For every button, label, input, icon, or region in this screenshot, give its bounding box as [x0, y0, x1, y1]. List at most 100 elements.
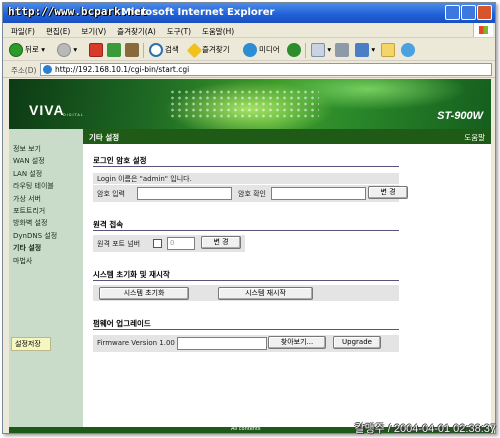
remote-port-input[interactable]: 0	[167, 237, 195, 250]
password-row: 암호 입력 암호 확인 변 경	[93, 185, 408, 202]
menu-tools[interactable]: 도구(T)	[159, 23, 194, 37]
menu-help[interactable]: 도움말(H)	[194, 23, 237, 37]
media-button[interactable]: 미디어	[243, 42, 280, 58]
firmware-file-input[interactable]	[177, 337, 267, 350]
mail-icon	[311, 43, 325, 57]
password-change-button[interactable]: 변 경	[368, 186, 408, 199]
main-header: 기타 설정 도움말	[83, 129, 491, 144]
login-info-text: Login 이름은 "admin" 입니다.	[97, 175, 192, 183]
refresh-button[interactable]	[107, 42, 121, 58]
forward-button[interactable]: ▾	[57, 42, 77, 58]
password-input[interactable]	[137, 187, 232, 200]
remote-enable-checkbox[interactable]	[153, 239, 162, 248]
refresh-icon	[107, 43, 121, 57]
address-label: 주소(D)	[11, 66, 37, 75]
remote-change-button[interactable]: 변 경	[201, 236, 241, 249]
firmware-upgrade-button[interactable]: Upgrade	[333, 336, 381, 349]
sidebar-item-port-trigger[interactable]: 포트트리거	[9, 206, 83, 218]
system-row: 시스템 초기화 시스템 재시작	[93, 285, 399, 301]
save-settings-button[interactable]: 설정저장	[11, 337, 51, 351]
section-divider	[93, 166, 399, 167]
sidebar-item-wizard[interactable]: 마법사	[9, 256, 83, 268]
window-controls	[444, 5, 492, 22]
folder-icon	[381, 43, 395, 57]
title-bar: http://www.bcpark.net Microsoft Internet…	[3, 3, 495, 23]
section-divider	[93, 280, 399, 281]
sidebar-menu: 정보 보기 WAN 설정 LAN 설정 라우팅 테이블 가상 서버 포트트리거 …	[9, 144, 83, 268]
firmware-version: Firmware Version 1.00	[97, 339, 175, 347]
print-icon	[335, 43, 349, 57]
sidebar-item-virtual-server[interactable]: 가상 서버	[9, 194, 83, 206]
stop-button[interactable]	[89, 42, 103, 58]
messenger-button[interactable]	[401, 42, 415, 58]
toolbar-separator	[143, 43, 144, 58]
address-bar: 주소(D) http://192.168.10.1/cgi-bin/start.…	[3, 61, 495, 78]
menu-file[interactable]: 파일(F)	[3, 23, 38, 37]
system-reset-button[interactable]: 시스템 초기화	[99, 287, 189, 300]
sidebar-item-misc[interactable]: 기타 설정	[9, 243, 83, 255]
address-url: http://192.168.10.1/cgi-bin/start.cgi	[55, 65, 190, 74]
history-icon	[287, 43, 301, 57]
banner-dots-decoration	[169, 89, 319, 119]
menu-bar: 파일(F) 편집(E) 보기(V) 즐겨찾기(A) 도구(T) 도움말(H)	[3, 23, 495, 38]
section-divider	[93, 230, 399, 231]
remote-port-label: 원격 포트 넘버	[97, 240, 141, 248]
messenger-icon	[401, 43, 415, 57]
system-section-title: 시스템 초기화 및 재시작	[93, 270, 170, 279]
page-content: VIVA DIGITAL ST-900W 정보 보기 WAN 설정 LAN 설정…	[9, 79, 491, 433]
firmware-browse-button[interactable]: 찾아보기...	[268, 336, 326, 349]
stop-icon	[89, 43, 103, 57]
edit-icon	[355, 43, 369, 57]
search-button[interactable]: 검색	[149, 42, 179, 58]
home-button[interactable]	[125, 42, 139, 58]
page-title: 기타 설정	[89, 133, 120, 142]
sidebar-item-routing[interactable]: 라우팅 테이블	[9, 181, 83, 193]
help-link[interactable]: 도움말	[464, 132, 485, 143]
star-icon	[186, 42, 203, 58]
window-title: Microsoft Internet Explorer	[121, 7, 275, 18]
edit-button[interactable]: ▾	[355, 42, 375, 58]
brand-logo-sub: DIGITAL	[63, 113, 84, 117]
section-divider	[93, 329, 399, 330]
firmware-section-title: 펌웨어 업그레이드	[93, 319, 151, 328]
main-panel: 기타 설정 도움말 로그인 암호 설정 Login 이름은 "admin" 입니…	[83, 129, 491, 433]
login-info-row: Login 이름은 "admin" 입니다.	[93, 173, 399, 184]
search-icon	[149, 43, 163, 57]
menu-favorites[interactable]: 즐겨찾기(A)	[109, 23, 159, 37]
favorites-button[interactable]: 즐겨찾기	[186, 42, 230, 58]
password-confirm-input[interactable]	[271, 187, 366, 200]
banner: VIVA DIGITAL ST-900W	[9, 79, 491, 129]
sidebar: 정보 보기 WAN 설정 LAN 설정 라우팅 테이블 가상 서버 포트트리거 …	[9, 129, 83, 433]
forward-arrow-icon	[57, 43, 71, 57]
sidebar-item-firewall[interactable]: 방화벽 설정	[9, 218, 83, 230]
menu-view[interactable]: 보기(V)	[73, 23, 109, 37]
print-button[interactable]	[335, 42, 349, 58]
remote-port-row: 원격 포트 넘버 0 변 경	[93, 235, 245, 252]
toolbar-separator	[305, 43, 306, 58]
history-button[interactable]	[287, 42, 301, 58]
folder-button[interactable]	[381, 42, 395, 58]
page-icon	[43, 65, 52, 74]
password-label: 암호 입력	[97, 190, 125, 198]
minimize-button[interactable]	[445, 5, 460, 20]
back-button[interactable]: 뒤로 ▾	[9, 42, 45, 58]
firmware-row: Firmware Version 1.00 찾아보기... Upgrade	[93, 335, 399, 352]
sidebar-item-wan[interactable]: WAN 설정	[9, 156, 83, 168]
remote-section-title: 원격 접속	[93, 220, 124, 229]
timestamp-stamp: 칼맹주 / 2004-04-01 02:38:37	[354, 423, 496, 435]
windows-logo-icon	[473, 23, 493, 37]
sidebar-item-lan[interactable]: LAN 설정	[9, 169, 83, 181]
system-restart-button[interactable]: 시스템 재시작	[218, 287, 313, 300]
password-confirm-label: 암호 확인	[238, 190, 266, 198]
address-input[interactable]: http://192.168.10.1/cgi-bin/start.cgi	[40, 63, 492, 76]
sidebar-item-info[interactable]: 정보 보기	[9, 144, 83, 156]
menu-edit[interactable]: 편집(E)	[38, 23, 73, 37]
back-arrow-icon	[9, 43, 23, 57]
mail-button[interactable]: ▾	[311, 42, 331, 58]
browser-window: http://www.bcpark.net Microsoft Internet…	[2, 2, 496, 434]
home-icon	[125, 43, 139, 57]
sidebar-item-dyndns[interactable]: DynDNS 설정	[9, 231, 83, 243]
maximize-button[interactable]	[461, 5, 476, 20]
close-button[interactable]	[477, 5, 492, 20]
media-icon	[243, 43, 257, 57]
